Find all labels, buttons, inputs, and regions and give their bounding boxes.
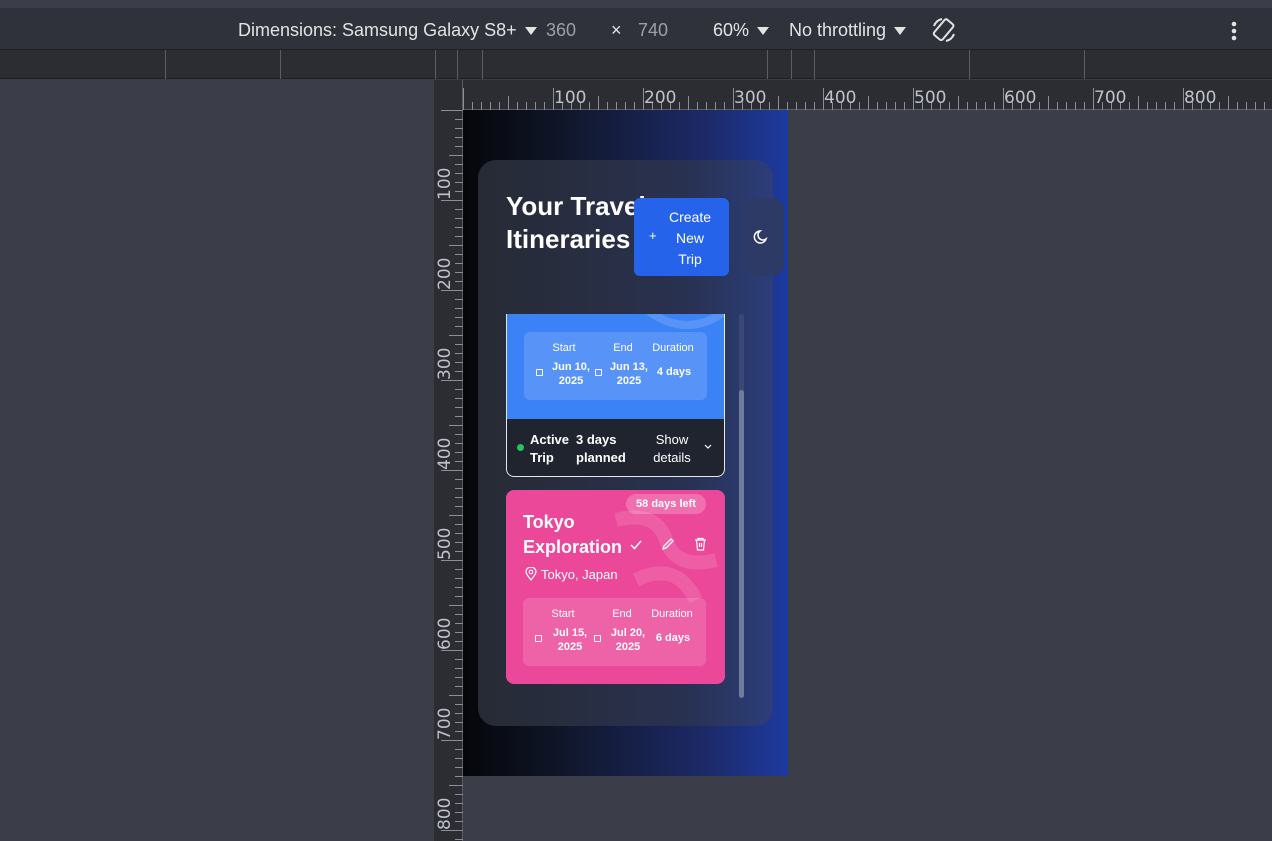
trash-icon[interactable]: [694, 537, 707, 551]
zoom-dropdown[interactable]: 60%: [713, 20, 770, 41]
show-details-button[interactable]: Show details: [647, 431, 697, 467]
media-query-segment[interactable]: [457, 50, 458, 79]
throttling-label: No throttling: [789, 20, 887, 40]
device-dropdown[interactable]: Dimensions: Samsung Galaxy S8+: [238, 20, 537, 41]
calendar-icon: [595, 369, 602, 376]
zoom-label: 60%: [713, 20, 750, 40]
pencil-icon[interactable]: [661, 537, 675, 551]
chevron-down-icon[interactable]: [704, 444, 712, 450]
plus-icon: +: [649, 228, 657, 243]
start-date: Jul 15, 2025: [552, 627, 588, 653]
ruler-label: 800: [1184, 88, 1217, 108]
trip-dates-box: Start Jul 15, 2025 End Jul 20, 2025 Dura…: [523, 598, 706, 666]
horizontal-ruler: 100 200 300 400 500 600 700 800: [434, 80, 1272, 110]
media-query-segment[interactable]: [767, 50, 768, 79]
ruler-label: 100: [554, 88, 587, 108]
ruler-label: 800: [435, 797, 455, 830]
days-left-badge: 58 days left: [626, 494, 706, 514]
moon-icon: [753, 230, 768, 244]
media-query-segment[interactable]: [814, 50, 815, 79]
ruler-label: 600: [1004, 88, 1037, 108]
more-vert-icon[interactable]: [1228, 20, 1240, 42]
scrollbar-thumb[interactable]: [739, 390, 744, 698]
create-trip-label: Create New Trip: [668, 209, 712, 267]
trip-location: Tokyo, Japan: [541, 567, 618, 582]
width-input[interactable]: 360: [546, 20, 576, 41]
start-label: Start: [552, 342, 576, 354]
media-query-segment[interactable]: [435, 50, 436, 79]
calendar-icon: [536, 369, 543, 376]
active-status-dot: [517, 444, 524, 451]
media-query-segment[interactable]: [482, 50, 483, 79]
ruler-label: 700: [435, 707, 455, 740]
height-input[interactable]: 740: [638, 20, 668, 41]
calendar-icon: [535, 635, 542, 642]
check-icon[interactable]: [629, 539, 643, 551]
rotate-icon[interactable]: [930, 16, 958, 44]
ruler-label: 300: [734, 88, 767, 108]
ruler-label: 400: [824, 88, 857, 108]
page-title: Your Travel Itineraries: [506, 191, 646, 254]
chevron-down-icon: [757, 27, 770, 36]
devtools-toolbar: Dimensions: Samsung Galaxy S8+ 360 × 740…: [0, 0, 1272, 50]
end-date: Jul 20, 2025: [610, 627, 646, 653]
ruler-label: 200: [435, 257, 455, 290]
map-pin-icon: [525, 567, 537, 581]
media-query-bar[interactable]: [0, 50, 1272, 79]
create-trip-button[interactable]: + Create New Trip: [634, 198, 729, 276]
trip-card-active[interactable]: Start Jun 10, 2025 End Jun 13, 2025 Dura…: [506, 314, 725, 477]
ruler-label: 700: [1094, 88, 1127, 108]
media-query-segment[interactable]: [280, 50, 281, 79]
ruler-label: 500: [914, 88, 947, 108]
ruler-label: 100: [435, 167, 455, 200]
calendar-icon: [594, 635, 601, 642]
start-date: Jun 10, 2025: [552, 361, 590, 387]
ruler-label: 600: [435, 617, 455, 650]
chevron-down-icon: [524, 27, 537, 36]
duration-label: Duration: [652, 342, 694, 354]
times-symbol: ×: [611, 20, 622, 40]
media-query-segment[interactable]: [969, 50, 970, 79]
ruler-label: 300: [435, 347, 455, 380]
trip-card[interactable]: 58 days left Tokyo Exploration Tokyo, Ja…: [506, 490, 725, 684]
throttling-dropdown[interactable]: No throttling: [789, 20, 907, 41]
ruler-label: 500: [435, 527, 455, 560]
trip-dates-box: Start Jun 10, 2025 End Jun 13, 2025 Dura…: [524, 332, 707, 400]
ruler-label: 200: [644, 88, 677, 108]
vertical-ruler: 100 200 300 400 500 600 700 800: [434, 80, 463, 841]
duration-label: Duration: [651, 608, 693, 620]
planned-days: 3 days planned: [576, 432, 626, 465]
device-label: Dimensions: Samsung Galaxy S8+: [238, 20, 517, 40]
device-viewport: Your Travel Itineraries + Create New Tri…: [463, 110, 788, 776]
trip-card-footer: Active Trip 3 days planned Show details: [507, 419, 724, 476]
trip-list: Start Jun 10, 2025 End Jun 13, 2025 Dura…: [506, 314, 726, 698]
ruler-label: 400: [435, 437, 455, 470]
media-query-segment[interactable]: [791, 50, 792, 79]
itinerary-panel: Your Travel Itineraries + Create New Tri…: [478, 160, 784, 726]
duration-value: 4 days: [656, 366, 692, 378]
start-label: Start: [551, 608, 575, 620]
trip-card-header: Start Jun 10, 2025 End Jun 13, 2025 Dura…: [507, 314, 724, 419]
trip-name: Tokyo Exploration: [523, 512, 623, 557]
duration-value: 6 days: [655, 632, 691, 644]
map-decoration-icon: [647, 314, 724, 329]
chevron-down-icon: [894, 27, 907, 36]
media-query-segment[interactable]: [1084, 50, 1085, 79]
theme-toggle-button[interactable]: [744, 198, 784, 276]
end-date: Jun 13, 2025: [610, 361, 648, 387]
status-text: Active Trip: [530, 432, 570, 465]
media-query-segment[interactable]: [165, 50, 166, 79]
